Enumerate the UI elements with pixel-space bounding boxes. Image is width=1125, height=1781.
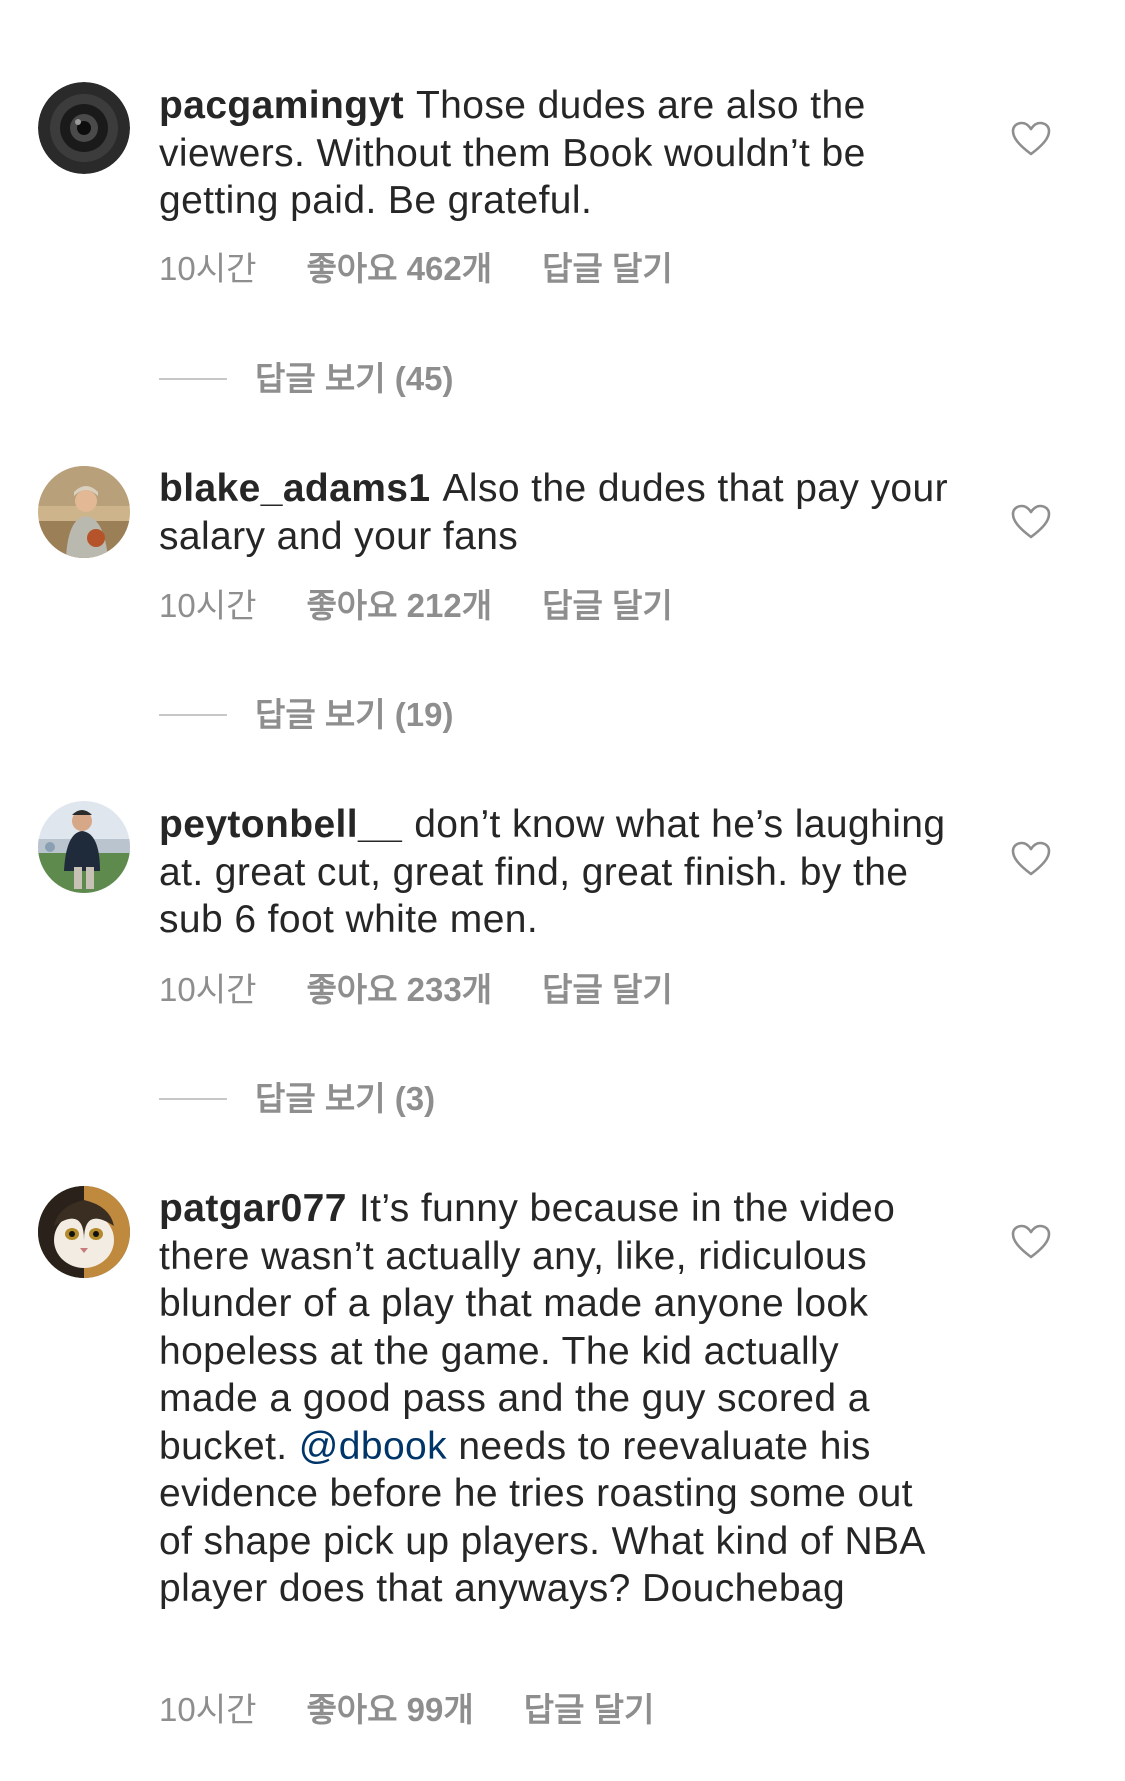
comment-meta: 10시간 좋아요 212개 답글 달기	[159, 586, 673, 626]
comment-username[interactable]: blake_adams1	[159, 467, 430, 510]
reply-button[interactable]: 답글 달기	[542, 970, 673, 1010]
view-replies-button[interactable]: 답글 보기 (45)	[159, 359, 453, 399]
divider	[159, 378, 227, 380]
heart-outline-icon[interactable]	[1011, 841, 1051, 877]
avatar[interactable]	[38, 466, 130, 558]
view-replies-label: 답글 보기 (3)	[255, 1080, 436, 1117]
heart-outline-icon[interactable]	[1011, 1224, 1051, 1260]
heart-outline-icon[interactable]	[1011, 121, 1051, 157]
heart-outline-icon[interactable]	[1011, 504, 1051, 540]
comment-time: 10시간	[159, 250, 257, 287]
divider	[159, 1098, 227, 1100]
comment-time: 10시간	[159, 587, 257, 624]
comment-likes[interactable]: 좋아요 233개	[306, 970, 492, 1010]
comment-username[interactable]: patgar077	[159, 1187, 347, 1230]
view-replies-button[interactable]: 답글 보기 (3)	[159, 1079, 435, 1119]
view-replies-label: 답글 보기 (45)	[255, 360, 454, 397]
avatar[interactable]	[38, 1186, 130, 1278]
comment-likes[interactable]: 좋아요 462개	[306, 249, 492, 289]
comment-meta: 10시간 좋아요 99개 답글 달기	[159, 1690, 654, 1730]
reply-button[interactable]: 답글 달기	[542, 249, 673, 289]
comment-text: blake_adams1 Also the dudes that pay your…	[159, 465, 949, 560]
comment-time: 10시간	[159, 1691, 257, 1728]
reply-button[interactable]: 답글 달기	[542, 586, 673, 626]
comment-meta: 10시간 좋아요 462개 답글 달기	[159, 249, 673, 289]
comment-username[interactable]: peytonbell__	[159, 803, 402, 846]
comment-username[interactable]: pacgamingyt	[159, 84, 404, 127]
comment-text: peytonbell__ don’t know what he’s laughin…	[159, 801, 949, 944]
comment-text: patgar077 It’s funny because in the video…	[159, 1185, 949, 1613]
reply-button[interactable]: 답글 달기	[524, 1690, 655, 1730]
comment-time: 10시간	[159, 971, 257, 1008]
comment-likes[interactable]: 좋아요 99개	[306, 1690, 473, 1730]
view-replies-label: 답글 보기 (19)	[255, 696, 454, 733]
comment-likes[interactable]: 좋아요 212개	[306, 586, 492, 626]
divider	[159, 714, 227, 716]
avatar[interactable]	[38, 82, 130, 174]
avatar[interactable]	[38, 801, 130, 893]
comment-meta: 10시간 좋아요 233개 답글 달기	[159, 970, 673, 1010]
view-replies-button[interactable]: 답글 보기 (19)	[159, 695, 453, 735]
mention-link[interactable]: @dbook	[299, 1425, 447, 1468]
comment-text: pacgamingyt Those dudes are also the view…	[159, 82, 949, 225]
